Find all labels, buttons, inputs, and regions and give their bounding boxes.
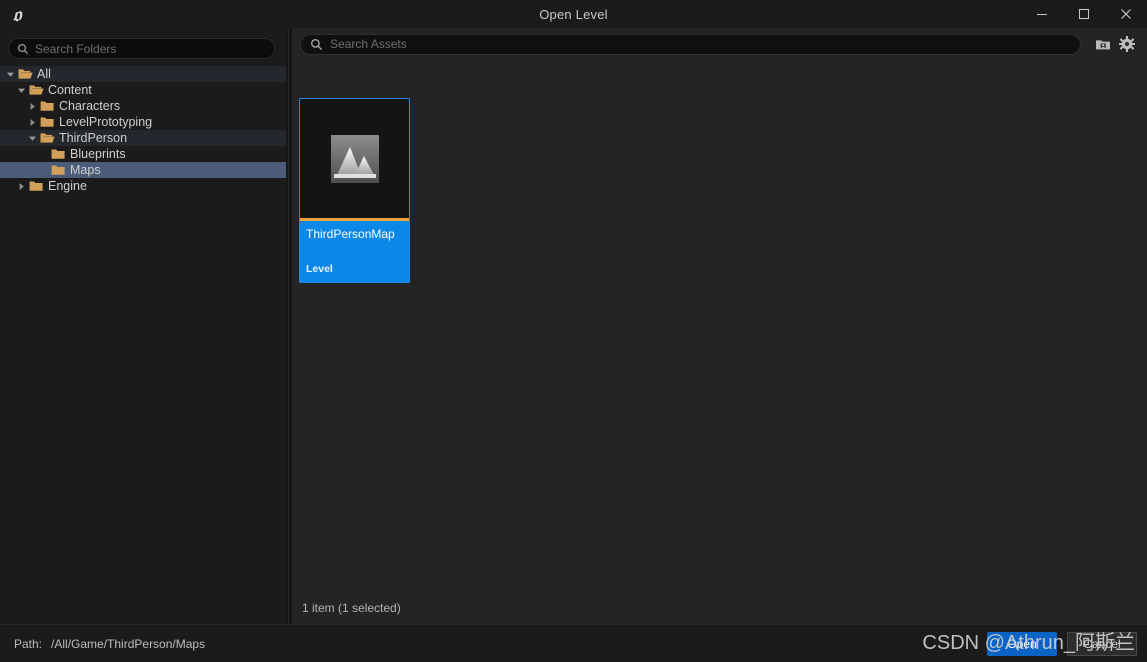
- chevron-down-icon[interactable]: [26, 134, 39, 143]
- window-title: Open Level: [539, 6, 608, 22]
- tree-item-content[interactable]: Content: [0, 82, 286, 98]
- asset-thumbnail: [300, 99, 409, 218]
- asset-tile-thirdpersonmap[interactable]: ThirdPersonMap Level: [299, 98, 410, 283]
- title-bar: 𝔬 Open Level: [0, 0, 1147, 28]
- folder-tree: All Content Characters LevelPrototyping Thir…: [0, 66, 286, 194]
- tree-item-label: Content: [48, 82, 92, 97]
- folder-open-icon: [28, 84, 45, 96]
- asset-toolbar: Search Assets: [292, 28, 1147, 60]
- folder-closed-icon: [50, 148, 67, 160]
- svg-text:𝔬: 𝔬: [13, 4, 23, 25]
- path-key: Path:: [14, 637, 43, 651]
- path-value: /All/Game/ThirdPerson/Maps: [51, 637, 206, 651]
- folder-settings-icon[interactable]: [1091, 32, 1115, 56]
- folder-search-container: Search Folders: [0, 28, 286, 59]
- tree-item-blueprints[interactable]: Blueprints: [0, 146, 286, 162]
- search-icon: [17, 43, 29, 55]
- asset-tile-meta: ThirdPersonMap Level: [300, 221, 409, 282]
- level-mountain-icon: [330, 134, 379, 183]
- tree-item-maps[interactable]: Maps: [0, 162, 286, 178]
- search-folders-input[interactable]: Search Folders: [8, 38, 275, 59]
- asset-type: Level: [306, 262, 333, 275]
- asset-status-bar: 1 item (1 selected): [292, 592, 1147, 624]
- dialog-footer: Path: /All/Game/ThirdPerson/Maps Open Ca…: [0, 624, 1147, 662]
- dialog-buttons: Open Cancel: [987, 632, 1137, 656]
- open-level-dialog: 𝔬 Open Level Search Folders All Content …: [0, 0, 1147, 662]
- chevron-down-icon[interactable]: [4, 70, 17, 79]
- tree-item-label: Blueprints: [70, 146, 126, 161]
- search-assets-input[interactable]: Search Assets: [300, 33, 1081, 55]
- unreal-engine-logo-icon: 𝔬: [0, 0, 34, 28]
- tree-item-engine[interactable]: Engine: [0, 178, 286, 194]
- tree-item-label: Characters: [59, 98, 121, 113]
- tree-item-label: Engine: [48, 178, 87, 193]
- folders-panel: Search Folders All Content Characters Level…: [0, 28, 286, 624]
- search-assets-placeholder: Search Assets: [330, 37, 407, 51]
- gear-icon[interactable]: [1115, 32, 1139, 56]
- folder-closed-icon: [39, 116, 56, 128]
- tree-item-label: Maps: [70, 162, 101, 177]
- maximize-icon[interactable]: [1063, 0, 1105, 28]
- tree-item-label: ThirdPerson: [59, 130, 128, 145]
- tree-item-thirdperson[interactable]: ThirdPerson: [0, 130, 286, 146]
- tree-item-characters[interactable]: Characters: [0, 98, 286, 114]
- chevron-down-icon[interactable]: [15, 86, 28, 95]
- tree-item-label: LevelPrototyping: [59, 114, 153, 129]
- search-icon: [310, 38, 323, 51]
- window-controls: [1021, 0, 1147, 28]
- close-icon[interactable]: [1105, 0, 1147, 28]
- chevron-right-icon[interactable]: [26, 118, 39, 127]
- folder-closed-icon: [50, 164, 67, 176]
- folder-closed-icon: [28, 180, 45, 192]
- folder-closed-icon: [39, 100, 56, 112]
- chevron-right-icon[interactable]: [26, 102, 39, 111]
- minimize-icon[interactable]: [1021, 0, 1063, 28]
- open-button[interactable]: Open: [987, 632, 1057, 656]
- assets-panel: Search Assets ThirdPersonMap Level 1 ite…: [292, 28, 1147, 624]
- folder-open-icon: [39, 132, 56, 144]
- tree-item-label: All: [37, 66, 51, 81]
- folder-open-icon: [17, 68, 34, 80]
- tree-item-levelprototyping[interactable]: LevelPrototyping: [0, 114, 286, 130]
- cancel-button[interactable]: Cancel: [1067, 632, 1137, 656]
- path-display: Path: /All/Game/ThirdPerson/Maps: [14, 625, 205, 662]
- asset-grid: ThirdPersonMap Level: [292, 60, 1147, 592]
- item-count-label: 1 item (1 selected): [302, 601, 401, 615]
- search-folders-placeholder: Search Folders: [35, 42, 117, 55]
- asset-name: ThirdPersonMap: [306, 227, 395, 241]
- tree-item-all[interactable]: All: [0, 66, 286, 82]
- chevron-right-icon[interactable]: [15, 182, 28, 191]
